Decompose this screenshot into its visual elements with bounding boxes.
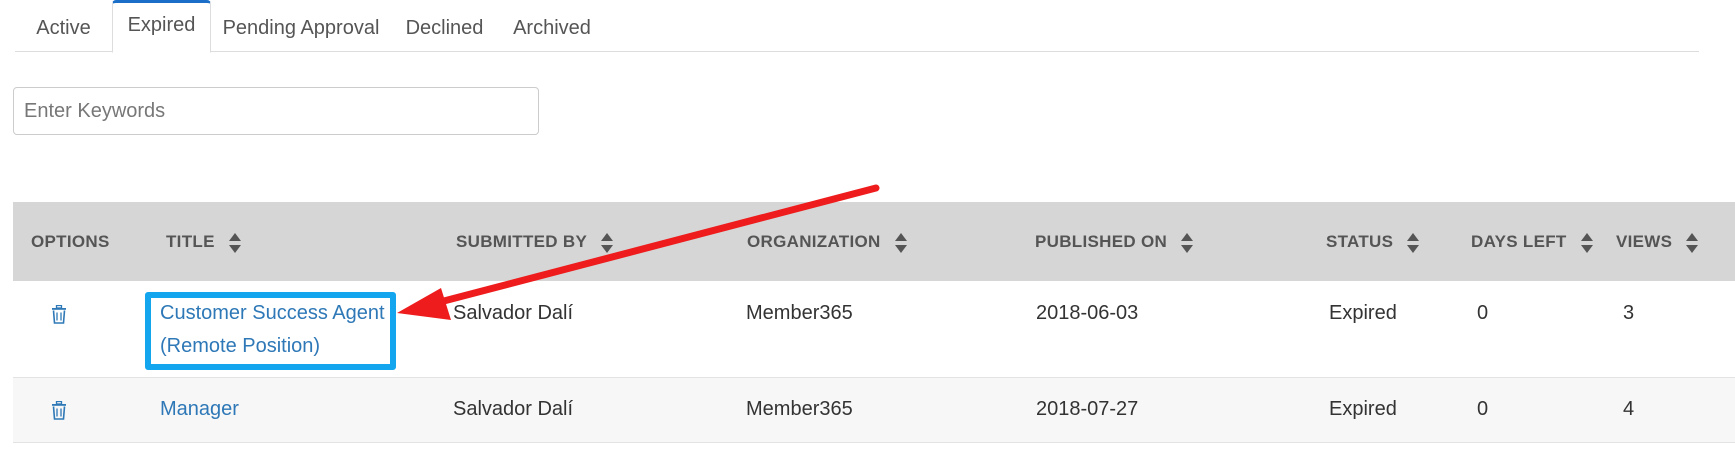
sort-icon: [1580, 232, 1593, 253]
views-cell: 4: [1623, 398, 1635, 420]
days-left-cell: 0: [1477, 302, 1489, 324]
table-row: Manager Salvador Dalí Member365 2018-07-…: [13, 378, 1735, 443]
column-submitted-by-label: SUBMITTED BY: [456, 232, 587, 251]
column-organization[interactable]: ORGANIZATION: [747, 202, 908, 281]
views-cell: 3: [1623, 302, 1635, 324]
column-options: OPTIONS: [31, 202, 110, 281]
column-views[interactable]: VIEWS: [1616, 202, 1699, 281]
column-days-left-label: DAYS LEFT: [1471, 232, 1567, 251]
tab-pending-approval[interactable]: Pending Approval: [211, 4, 391, 52]
job-title-link[interactable]: Manager: [160, 393, 239, 426]
submitted-by-cell: Salvador Dalí: [453, 398, 574, 420]
column-title-label: TITLE: [166, 232, 215, 251]
status-cell: Expired: [1329, 302, 1397, 324]
status-tabs: Active Expired Pending Approval Declined…: [15, 0, 1699, 53]
tab-declined[interactable]: Declined: [391, 4, 498, 52]
published-on-cell: 2018-06-03: [1036, 302, 1139, 324]
column-views-label: VIEWS: [1616, 232, 1673, 251]
trash-icon[interactable]: [51, 401, 67, 420]
column-status[interactable]: STATUS: [1326, 202, 1420, 281]
sort-icon: [1181, 232, 1194, 253]
tab-active[interactable]: Active: [15, 4, 112, 52]
column-organization-label: ORGANIZATION: [747, 232, 881, 251]
sort-icon: [600, 232, 613, 253]
days-left-cell: 0: [1477, 398, 1489, 420]
published-on-cell: 2018-07-27: [1036, 398, 1139, 420]
tab-expired[interactable]: Expired: [112, 0, 211, 53]
column-submitted-by[interactable]: SUBMITTED BY: [456, 202, 614, 281]
column-title[interactable]: TITLE: [166, 202, 242, 281]
column-published-on-label: PUBLISHED ON: [1035, 232, 1168, 251]
column-options-label: OPTIONS: [31, 232, 110, 251]
tab-archived[interactable]: Archived: [498, 4, 606, 52]
highlight-box: [145, 292, 396, 370]
trash-icon[interactable]: [51, 305, 67, 324]
column-published-on[interactable]: PUBLISHED ON: [1035, 202, 1194, 281]
status-cell: Expired: [1329, 398, 1397, 420]
sort-icon: [894, 232, 907, 253]
table-header: OPTIONS TITLE SUBMITTED BY ORGANIZATION …: [13, 202, 1735, 281]
column-status-label: STATUS: [1326, 232, 1394, 251]
column-days-left[interactable]: DAYS LEFT: [1471, 202, 1594, 281]
organization-cell: Member365: [746, 398, 853, 420]
keyword-search-input[interactable]: [13, 87, 539, 135]
sort-icon: [1686, 232, 1699, 253]
sort-icon: [1407, 232, 1420, 253]
sort-icon: [228, 232, 241, 253]
submitted-by-cell: Salvador Dalí: [453, 302, 574, 324]
organization-cell: Member365: [746, 302, 853, 324]
